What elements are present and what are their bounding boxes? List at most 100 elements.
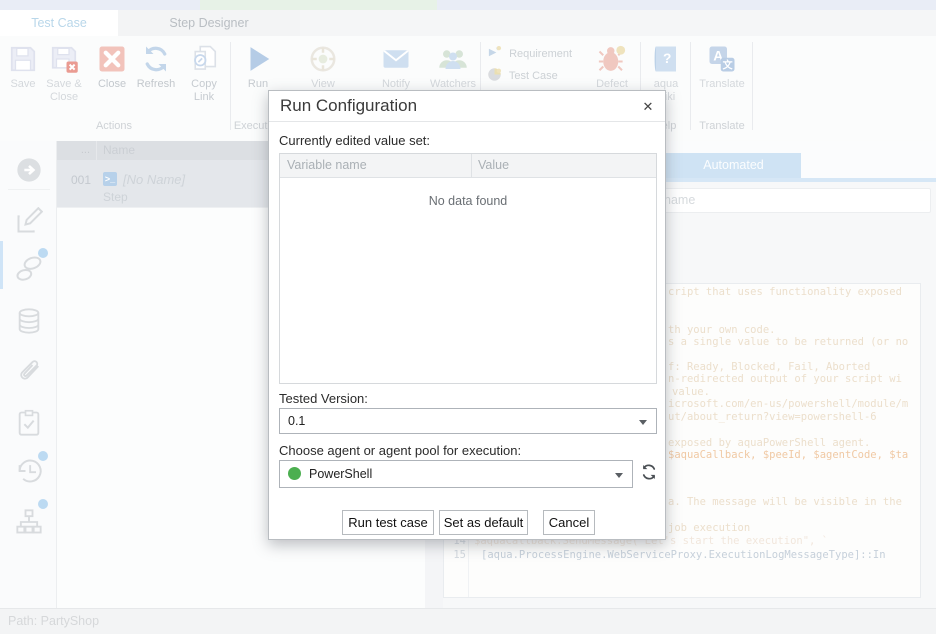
refresh-icon: [141, 44, 171, 74]
create-test-case-button[interactable]: Test Case: [487, 67, 587, 84]
tested-version-select[interactable]: 0.1: [279, 408, 657, 434]
create-requirement-button[interactable]: Requirement: [487, 45, 587, 62]
translate-icon: A文: [707, 44, 737, 74]
group-label-actions: Actions: [84, 120, 144, 132]
tab-test-case[interactable]: Test Case: [0, 10, 118, 36]
top-strip-green-segment: [200, 0, 437, 10]
notify-icon: [381, 44, 411, 74]
edit-step-icon[interactable]: [15, 207, 43, 235]
code-fragment: cript that uses functionality exposed: [668, 286, 902, 298]
code-fragment: s a single value to be returned (or no: [668, 336, 908, 348]
code-fragment: $aquaCallback, $peeId, $agentCode, $ta: [668, 449, 908, 461]
left-sidebar: [0, 141, 57, 608]
dialog-title-bar: Run Configuration ✕: [269, 91, 665, 122]
app-window: Test Case Step Designer Save Save & Clos…: [0, 0, 936, 634]
code-fragment: a. The message will be visible in the: [668, 496, 902, 508]
step-type: Step: [103, 190, 128, 204]
code-fragment: job execution: [668, 522, 750, 534]
powershell-step-icon: >_: [103, 172, 117, 186]
code-fragment: th your own code.: [668, 324, 775, 336]
copy-link-label2: Link: [176, 91, 232, 104]
column-header-index: ...: [57, 141, 97, 160]
set-as-default-button[interactable]: Set as default: [439, 510, 528, 535]
tested-version-label: Tested Version:: [279, 391, 368, 406]
save-and-close-icon: [49, 44, 79, 74]
tested-version-value: 0.1: [288, 414, 305, 428]
code-fragment: icrosoft.com/en-us/powershell/module/m: [668, 398, 908, 410]
code-line: [aqua.ProcessEngine.WebServiceProxy.Exec…: [481, 549, 886, 561]
column-header-value: Value: [478, 158, 509, 172]
create-requirement-label: Requirement: [509, 48, 572, 60]
dependencies-icon[interactable]: [15, 508, 43, 536]
defect-bug-icon: [597, 44, 627, 74]
requirement-icon: [487, 45, 502, 60]
step-number: 001: [67, 173, 91, 187]
data-values-icon[interactable]: [15, 307, 43, 335]
attachments-icon[interactable]: [15, 358, 43, 386]
toolbar-separator: [752, 42, 753, 130]
expand-sidebar-icon[interactable]: [15, 156, 43, 184]
view-icon: [308, 44, 338, 74]
tab-step-designer[interactable]: Step Designer: [118, 10, 300, 36]
value-set-label: Currently edited value set:: [279, 133, 430, 148]
agent-status-dot: [288, 467, 301, 480]
code-fragment: value.: [672, 386, 710, 398]
status-bar: Path: PartyShop: [0, 608, 936, 634]
view-button[interactable]: View: [295, 44, 351, 91]
step-name-placeholder: name: [664, 193, 695, 207]
test-case-icon: [487, 67, 502, 82]
agent-select[interactable]: PowerShell: [279, 460, 633, 488]
agent-label: Choose agent or agent pool for execution…: [279, 443, 521, 458]
empty-table-message: No data found: [280, 194, 656, 208]
ribbon-tab-bar: Test Case Step Designer: [0, 10, 936, 36]
copy-link-label: Copy: [176, 78, 232, 91]
dialog-close-icon[interactable]: ✕: [639, 98, 657, 116]
run-test-case-button[interactable]: Run test case: [342, 510, 434, 535]
notify-button[interactable]: Notify: [368, 44, 424, 91]
copy-link-button[interactable]: Copy Link: [176, 44, 232, 104]
step-name: [No Name]: [123, 172, 185, 187]
save-and-close-label2: Close: [36, 91, 92, 104]
sidebar-divider: [8, 189, 50, 190]
code-fragment: exposed by aquaPowerShell agent.: [668, 437, 870, 449]
run-icon: [243, 44, 273, 74]
group-label-translate: Translate: [692, 120, 752, 132]
agent-value: PowerShell: [309, 467, 372, 481]
column-header-variable-name: Variable name: [287, 158, 367, 172]
translate-button[interactable]: A文 Translate: [694, 44, 750, 91]
chevron-down-icon: [615, 473, 623, 478]
watchers-button[interactable]: Watchers: [425, 44, 481, 91]
code-fragment: n-redirected output of your script wi: [668, 373, 902, 385]
watchers-icon: [438, 44, 468, 74]
cancel-button[interactable]: Cancel: [543, 510, 595, 535]
column-header-name: Name: [103, 141, 135, 160]
code-fragment: f: Ready, Blocked, Fail, Aborted: [668, 361, 870, 373]
chevron-down-icon: [639, 420, 647, 425]
window-top-strip: [0, 0, 936, 10]
refresh-agents-icon[interactable]: [640, 463, 658, 481]
close-icon: [97, 44, 127, 74]
run-configuration-dialog: Run Configuration ✕ Currently edited val…: [268, 90, 666, 540]
code-fragment: ut/about_return?view=powershell-6: [668, 411, 877, 423]
sidebar-selected-indicator: [0, 241, 3, 289]
run-button[interactable]: Run: [230, 44, 286, 91]
toolbar-separator: [690, 42, 691, 130]
value-set-table: Variable name Value No data found: [279, 153, 657, 384]
create-test-case-label: Test Case: [509, 70, 558, 82]
line-number: 15: [446, 549, 466, 561]
status-path: Path: PartyShop: [8, 614, 99, 628]
dialog-title: Run Configuration: [280, 96, 417, 116]
checklist-icon[interactable]: [15, 409, 43, 437]
column-divider: [471, 154, 472, 178]
value-set-table-header: Variable name Value: [280, 154, 656, 178]
svg-text:文: 文: [723, 58, 734, 71]
save-icon: [8, 44, 38, 74]
tab-automated[interactable]: Automated: [666, 153, 801, 178]
history-icon[interactable]: [15, 457, 43, 485]
defect-button[interactable]: Defect: [584, 44, 640, 91]
copy-link-icon: [189, 44, 219, 74]
wiki-book-icon: ?: [652, 44, 680, 74]
steps-icon[interactable]: [15, 255, 43, 283]
translate-label: Translate: [694, 78, 750, 91]
svg-text:?: ?: [663, 51, 671, 66]
